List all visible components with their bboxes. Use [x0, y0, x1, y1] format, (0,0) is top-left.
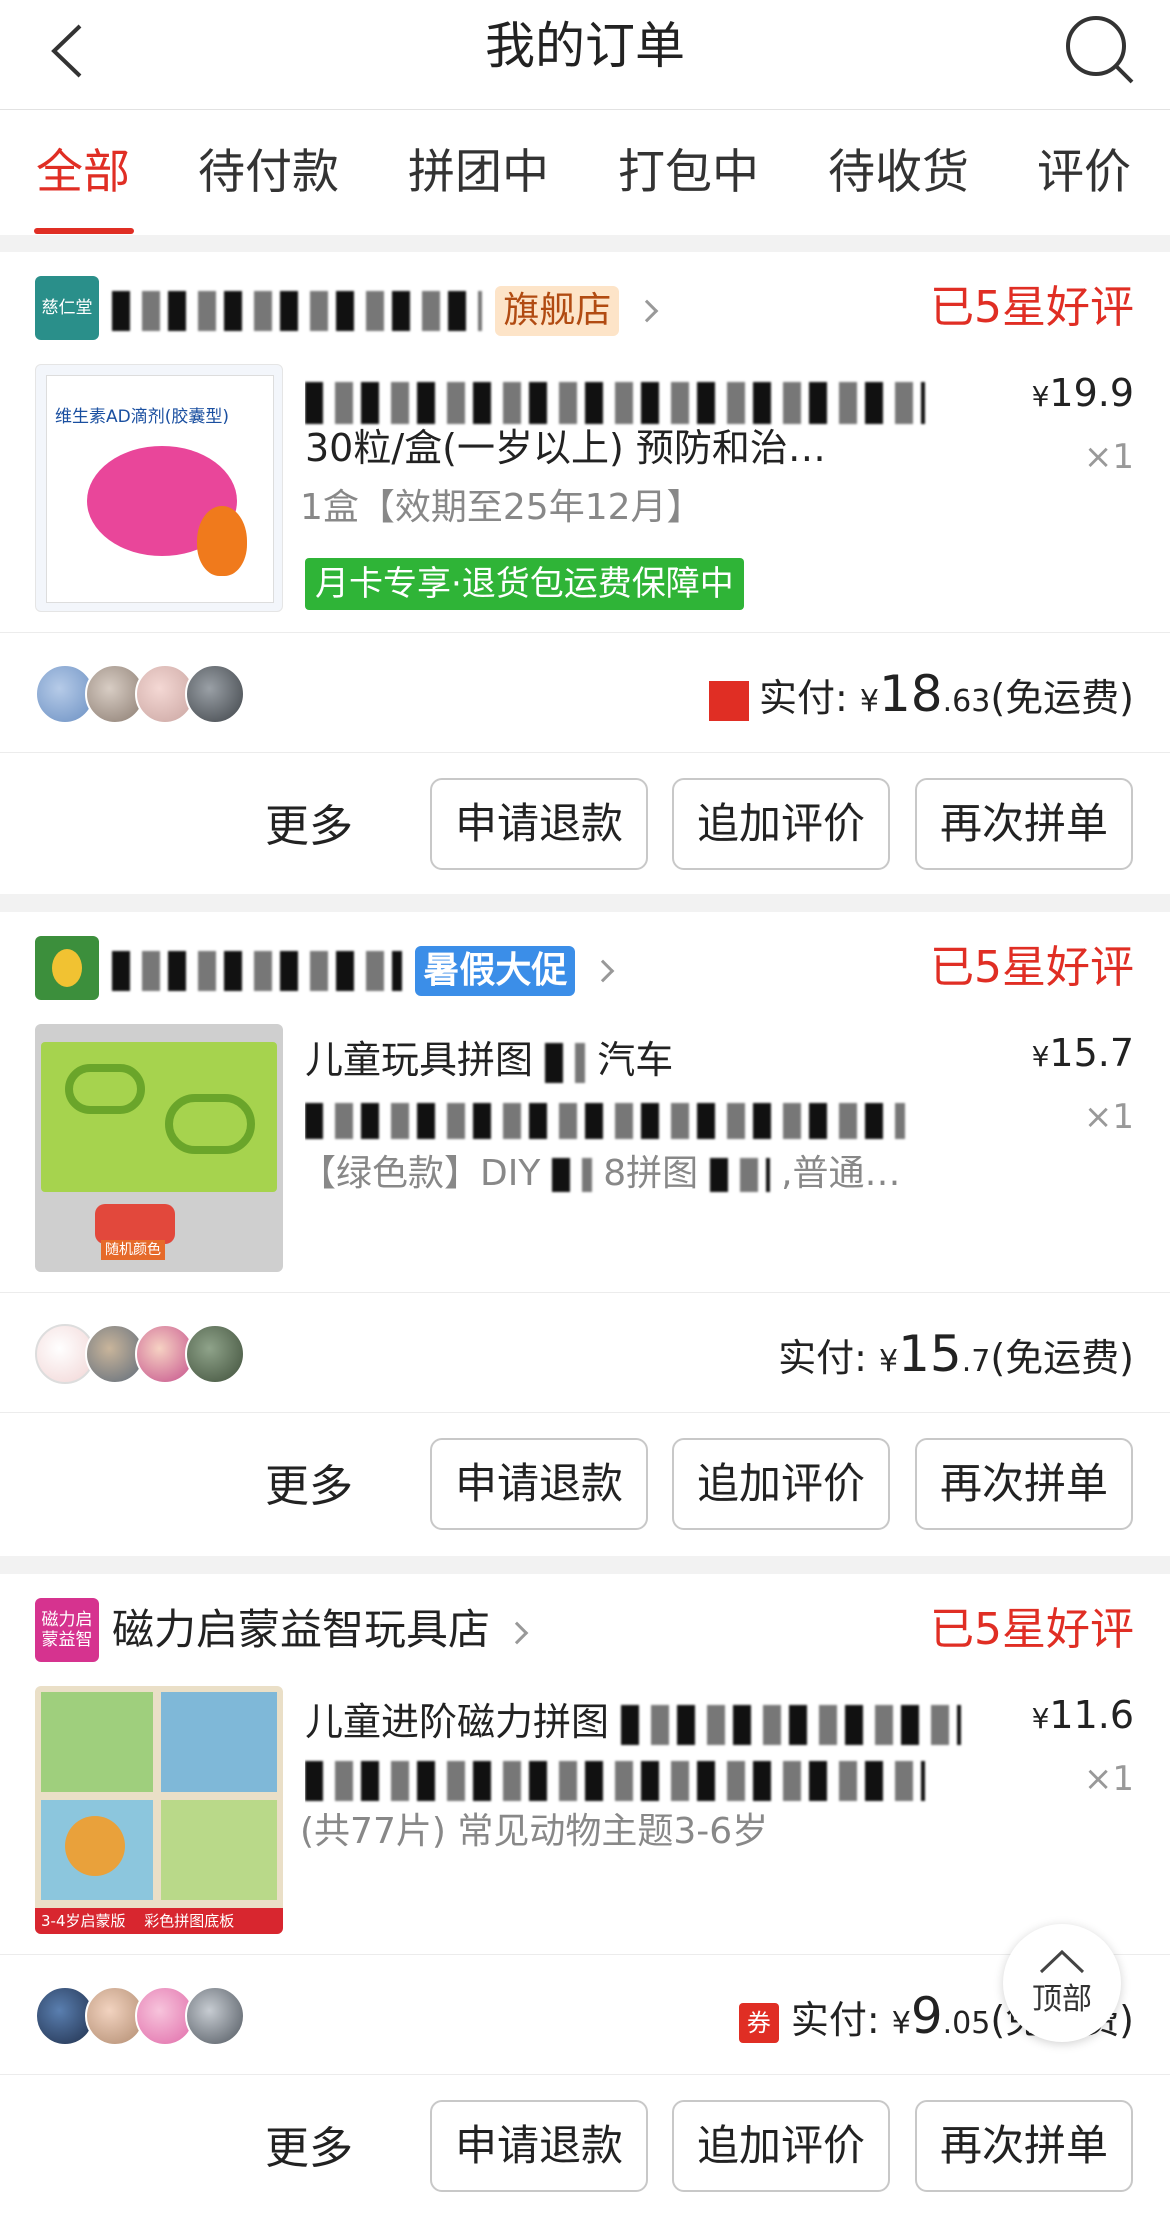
shop-logo[interactable]: 磁力启蒙益智	[35, 1598, 99, 1662]
tab-to-receive[interactable]: 待收货	[828, 110, 969, 235]
refund-button[interactable]: 申请退款	[430, 778, 648, 870]
redacted-shop-name	[112, 950, 402, 991]
divider	[0, 2074, 1170, 2075]
back-to-top-button[interactable]: 顶部	[1003, 1924, 1121, 2042]
service-tag: 月卡专享·退货包运费保障中	[305, 558, 744, 610]
page-title: 我的订单	[485, 17, 685, 75]
product-name[interactable]: 儿童进阶磁力拼图	[305, 1694, 965, 1750]
product-price: ¥19.9	[1031, 371, 1134, 415]
product-image[interactable]: 3-4岁启蒙版 彩色拼图底板	[35, 1686, 283, 1934]
rebuy-button[interactable]: 再次拼单	[915, 2100, 1133, 2192]
tab-pending-payment[interactable]: 待付款	[198, 110, 339, 235]
add-review-button[interactable]: 追加评价	[672, 2100, 890, 2192]
flagship-badge: 旗舰店	[495, 285, 620, 336]
tab-all[interactable]: 全部	[36, 110, 130, 235]
order-status: 已5星好评	[930, 1604, 1134, 1655]
more-button[interactable]: 更多	[265, 2104, 353, 2194]
product-spec: 1盒【效期至25年12月】	[300, 487, 703, 528]
group-avatars[interactable]	[35, 664, 245, 724]
divider	[0, 752, 1170, 753]
product-price: ¥11.6	[1031, 1693, 1134, 1737]
chevron-right-icon	[635, 299, 659, 322]
product-name-line2[interactable]	[305, 1750, 965, 1806]
order-tabs: 全部 待付款 拼团中 打包中 待收货 评价	[0, 110, 1170, 235]
chevron-right-icon	[591, 959, 615, 982]
product-spec: 【绿色款】DIY 8拼图 ,普通…	[300, 1153, 901, 1194]
shop-name[interactable]: 磁力启蒙益智玩具店	[112, 1602, 529, 1658]
divider	[0, 1412, 1170, 1413]
shop-logo[interactable]: 慈仁堂	[35, 276, 99, 340]
order-card: 暑假大促 已5星好评 随机颜色 儿童玩具拼图 汽车 【绿色款】DIY 8拼图 ,…	[0, 912, 1170, 1556]
product-quantity: ×1	[1083, 1097, 1134, 1137]
back-to-top-label: 顶部	[1032, 1982, 1092, 2017]
product-name-line2[interactable]	[305, 1090, 965, 1146]
add-review-button[interactable]: 追加评价	[672, 1438, 890, 1530]
order-status: 已5星好评	[930, 942, 1134, 993]
divider	[0, 632, 1170, 633]
product-name-line2[interactable]: 30粒/盒(一岁以上) 预防和治…	[305, 420, 965, 476]
active-tab-indicator	[34, 228, 134, 234]
avatar	[185, 1324, 245, 1384]
promo-badge: 暑假大促	[415, 945, 576, 996]
redacted-product-name	[305, 1102, 905, 1139]
tab-group-buying[interactable]: 拼团中	[408, 110, 549, 235]
product-image[interactable]: 随机颜色	[35, 1024, 283, 1272]
paid-marker-icon	[709, 680, 749, 721]
refund-button[interactable]: 申请退款	[430, 2100, 648, 2192]
tab-review[interactable]: 评价	[1037, 110, 1131, 235]
chevron-right-icon	[506, 1621, 529, 1644]
search-icon[interactable]	[1060, 10, 1140, 90]
avatar	[185, 664, 245, 724]
pineapple-icon	[52, 949, 82, 987]
coupon-icon: 券	[738, 2002, 779, 2043]
redacted-text	[551, 1158, 592, 1192]
top-nav-bar: 我的订单	[0, 0, 1170, 110]
product-image[interactable]: 维生素AD滴剂(胶囊型)	[35, 364, 283, 612]
product-name[interactable]: 儿童玩具拼图 汽车	[305, 1032, 965, 1088]
redacted-text	[545, 1042, 586, 1083]
rebuy-button[interactable]: 再次拼单	[915, 778, 1133, 870]
order-card: 慈仁堂 旗舰店 已5星好评 维生素AD滴剂(胶囊型) 30粒/盒(一岁以上) 预…	[0, 252, 1170, 894]
add-review-button[interactable]: 追加评价	[672, 778, 890, 870]
redacted-product-name	[305, 381, 925, 424]
divider	[0, 1954, 1170, 1955]
group-avatars[interactable]	[35, 1324, 245, 1384]
shop-logo[interactable]	[35, 936, 99, 1000]
paid-amount: 实付: ¥15.7(免运费)	[778, 1325, 1134, 1383]
shop-name[interactable]: 旗舰店	[112, 280, 659, 336]
product-quantity: ×1	[1083, 437, 1134, 477]
redacted-shop-name	[112, 290, 482, 331]
redacted-text	[709, 1158, 770, 1192]
divider	[0, 1292, 1170, 1293]
chevron-up-icon	[1039, 1949, 1085, 1974]
tab-packing[interactable]: 打包中	[618, 110, 759, 235]
order-card: 磁力启蒙益智 磁力启蒙益智玩具店 已5星好评 3-4岁启蒙版 彩色拼图底板 儿童…	[0, 1574, 1170, 2217]
product-price: ¥15.7	[1031, 1031, 1134, 1075]
refund-button[interactable]: 申请退款	[430, 1438, 648, 1530]
shop-name[interactable]: 暑假大促	[112, 940, 615, 996]
redacted-text	[621, 1704, 962, 1745]
group-avatars[interactable]	[35, 1986, 245, 2046]
product-spec: (共77片) 常见动物主题3-6岁	[300, 1811, 769, 1852]
paid-amount: 实付: ¥18.63(免运费)	[709, 664, 1134, 732]
rebuy-button[interactable]: 再次拼单	[915, 1438, 1133, 1530]
product-quantity: ×1	[1083, 1759, 1134, 1799]
avatar	[185, 1986, 245, 2046]
more-button[interactable]: 更多	[265, 1442, 353, 1532]
redacted-product-name	[305, 1760, 925, 1801]
order-status: 已5星好评	[930, 282, 1134, 333]
more-button[interactable]: 更多	[265, 782, 353, 872]
